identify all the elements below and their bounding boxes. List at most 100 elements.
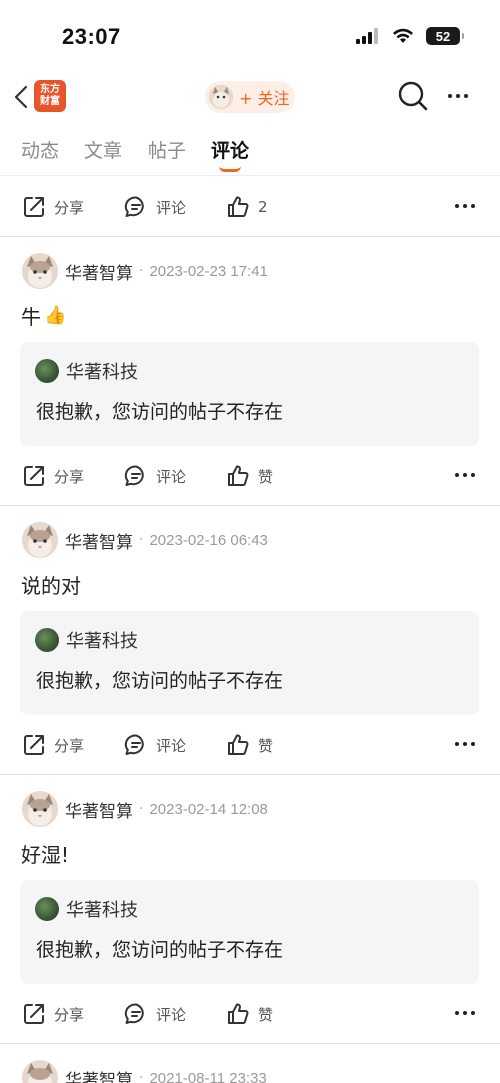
tab-dynamics[interactable]: 动态 bbox=[21, 136, 59, 163]
author-name[interactable]: 华著智算 bbox=[65, 259, 133, 284]
separator: · bbox=[139, 801, 144, 817]
author-name[interactable]: 华著智算 bbox=[65, 528, 133, 553]
quoted-post-card[interactable]: 华著科技 很抱歉，您访问的帖子不存在 bbox=[20, 342, 479, 446]
avatar[interactable] bbox=[22, 1060, 58, 1083]
quoted-post-card[interactable]: 华著科技 很抱歉，您访问的帖子不存在 bbox=[20, 611, 479, 715]
share-label: 分享 bbox=[54, 467, 85, 486]
share-button[interactable]: 分享 bbox=[22, 464, 84, 488]
divider bbox=[0, 774, 500, 775]
comment-icon bbox=[124, 734, 144, 755]
app-logo[interactable]: 东方 财富 bbox=[34, 80, 66, 112]
thumbs-up-emoji-icon: 👍 bbox=[44, 305, 67, 326]
comment-button[interactable]: 评论 bbox=[124, 464, 186, 488]
separator: · bbox=[139, 263, 144, 279]
author-row[interactable]: 华著智算 · 2023-02-14 12:08 bbox=[22, 791, 268, 827]
quote-text: 很抱歉，您访问的帖子不存在 bbox=[36, 939, 284, 961]
post-text[interactable]: 牛 👍 bbox=[21, 301, 66, 330]
post-text[interactable]: 说的对 bbox=[21, 570, 81, 599]
quote-text: 很抱歉，您访问的帖子不存在 bbox=[36, 670, 284, 692]
share-icon bbox=[24, 1004, 44, 1024]
post-more-button[interactable] bbox=[455, 204, 475, 208]
share-label: 分享 bbox=[54, 1005, 85, 1024]
avatar[interactable] bbox=[22, 791, 58, 827]
chevron-left-icon bbox=[14, 85, 28, 109]
status-bar: 23:07 52 bbox=[0, 0, 500, 70]
share-icon bbox=[24, 197, 44, 217]
search-button[interactable] bbox=[397, 80, 429, 112]
post-more-button[interactable] bbox=[455, 742, 475, 746]
like-button[interactable]: 2 bbox=[226, 195, 268, 219]
post-date: 2023-02-23 17:41 bbox=[149, 262, 268, 280]
battery-indicator: 52 bbox=[426, 27, 464, 45]
comment-button[interactable]: 评论 bbox=[124, 195, 186, 219]
avatar[interactable] bbox=[22, 522, 58, 558]
avatar bbox=[35, 628, 59, 652]
nav-bar: 东方 财富 + 关注 bbox=[0, 74, 500, 120]
dot bbox=[456, 94, 460, 98]
author-name[interactable]: 华著智算 bbox=[65, 797, 133, 822]
like-label: 赞 bbox=[258, 1005, 274, 1024]
follow-button[interactable]: + 关注 bbox=[205, 81, 295, 113]
separator: · bbox=[139, 532, 144, 548]
comment-label: 评论 bbox=[156, 198, 187, 217]
post-text[interactable]: 好湿! bbox=[21, 839, 69, 868]
tab-bar: 动态 文章 帖子 评论 bbox=[0, 130, 500, 176]
action-bar: 分享 评论 赞 bbox=[0, 726, 500, 766]
tab-comments[interactable]: 评论 bbox=[211, 136, 249, 163]
post-card: 华著智算 · 2023-02-16 06:43 说的对 华著科技 很抱歉，您访问… bbox=[0, 522, 500, 777]
post-date: 2021-08-11 23:33 bbox=[149, 1069, 267, 1083]
quoted-post-card[interactable]: 华著科技 很抱歉，您访问的帖子不存在 bbox=[20, 880, 479, 984]
like-label: 赞 bbox=[258, 467, 274, 486]
author-row[interactable]: 华著智算 · 2023-02-23 17:41 bbox=[22, 253, 268, 289]
logo-line-1: 东方 bbox=[40, 84, 60, 95]
share-icon bbox=[24, 466, 44, 486]
quote-text: 很抱歉，您访问的帖子不存在 bbox=[36, 401, 284, 423]
share-button[interactable]: 分享 bbox=[22, 195, 84, 219]
status-icons: 52 bbox=[356, 27, 464, 45]
action-bar: 分享 评论 赞 bbox=[0, 457, 500, 497]
separator: · bbox=[139, 1070, 144, 1083]
share-button[interactable]: 分享 bbox=[22, 733, 84, 757]
author-name[interactable]: 华著智算 bbox=[65, 1066, 133, 1083]
thumbs-up-icon bbox=[228, 196, 249, 217]
action-bar: 分享 评论 赞 bbox=[0, 995, 500, 1035]
like-button[interactable]: 赞 bbox=[226, 1002, 273, 1026]
status-time: 23:07 bbox=[62, 24, 121, 49]
post-date: 2023-02-16 06:43 bbox=[149, 531, 268, 549]
share-button[interactable]: 分享 bbox=[22, 1002, 84, 1026]
author-row[interactable]: 华著智算 · 2021-08-11 23:33 bbox=[22, 1060, 267, 1083]
tab-posts[interactable]: 帖子 bbox=[148, 136, 186, 163]
avatar[interactable] bbox=[22, 253, 58, 289]
post-more-button[interactable] bbox=[455, 473, 475, 477]
post-text-content: 牛 bbox=[21, 305, 41, 329]
like-button[interactable]: 赞 bbox=[226, 733, 273, 757]
quote-header: 华著科技 bbox=[35, 627, 138, 653]
logo-line-2: 财富 bbox=[40, 96, 60, 107]
active-tab-indicator bbox=[219, 166, 241, 172]
thumbs-up-icon bbox=[228, 734, 249, 755]
post-date: 2023-02-14 12:08 bbox=[149, 800, 268, 818]
post-card: 华著智算 · 2021-08-11 23:33 bbox=[0, 1060, 500, 1083]
comment-button[interactable]: 评论 bbox=[124, 1002, 186, 1026]
share-label: 分享 bbox=[54, 736, 85, 755]
comment-icon bbox=[124, 1003, 144, 1024]
like-count: 2 bbox=[258, 198, 268, 216]
wifi-icon bbox=[393, 28, 413, 43]
author-row[interactable]: 华著智算 · 2023-02-16 06:43 bbox=[22, 522, 268, 558]
quote-header: 华著科技 bbox=[35, 896, 138, 922]
more-options-button[interactable] bbox=[444, 84, 472, 108]
post-more-button[interactable] bbox=[455, 1011, 475, 1015]
share-label: 分享 bbox=[54, 198, 85, 217]
divider bbox=[0, 505, 500, 506]
quote-header: 华著科技 bbox=[35, 358, 138, 384]
like-label: 赞 bbox=[258, 736, 274, 755]
back-button[interactable] bbox=[10, 82, 32, 112]
comment-icon bbox=[124, 465, 144, 486]
cellular-signal-icon bbox=[356, 28, 378, 44]
quote-author: 华著科技 bbox=[66, 631, 138, 652]
search-icon bbox=[398, 81, 428, 111]
tab-articles[interactable]: 文章 bbox=[84, 136, 122, 163]
action-bar: 分享 评论 2 bbox=[0, 188, 500, 228]
like-button[interactable]: 赞 bbox=[226, 464, 273, 488]
comment-button[interactable]: 评论 bbox=[124, 733, 186, 757]
